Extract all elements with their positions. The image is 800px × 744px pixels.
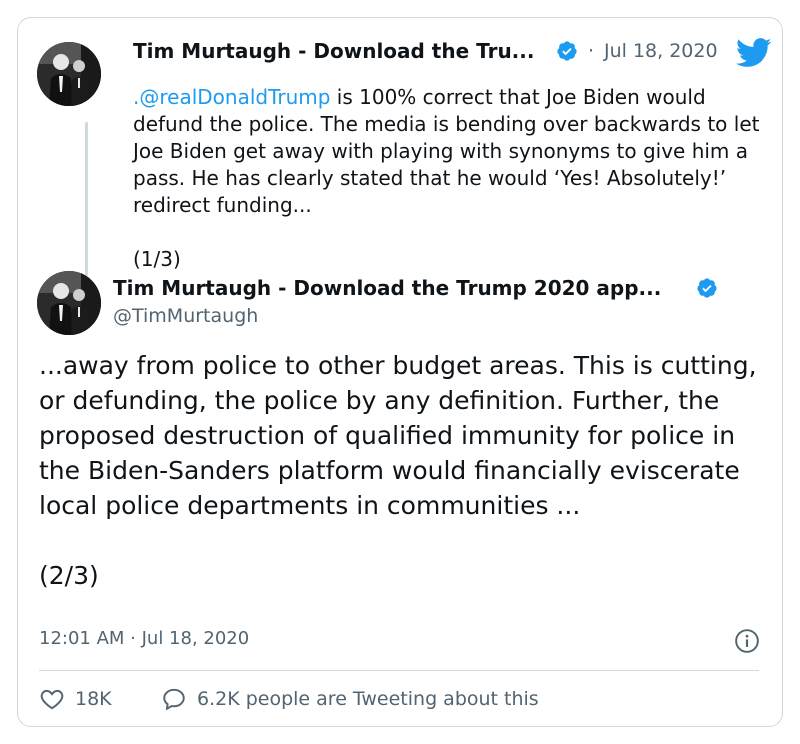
main-handle[interactable]: @TimMurtaugh <box>113 305 258 327</box>
like-count: 18K <box>75 688 112 710</box>
conversation-text: 6.2K people are Tweeting about this <box>197 688 539 710</box>
tweet-embed-card: Tim Murtaugh - Download the Tru... · Jul… <box>17 17 783 727</box>
quoted-author-name[interactable]: Tim Murtaugh - Download the Tru... <box>133 39 534 63</box>
main-tweet-text: ...away from police to other budget area… <box>39 348 759 593</box>
avatar[interactable] <box>37 271 101 335</box>
divider <box>39 670 759 671</box>
quoted-tweet-text: .@realDonaldTrump is 100% correct that J… <box>133 84 773 273</box>
conversation-action[interactable]: 6.2K people are Tweeting about this <box>161 686 539 712</box>
verified-badge-icon <box>557 41 577 61</box>
verified-badge-icon <box>697 278 717 298</box>
quoted-counter: (1/3) <box>133 247 181 271</box>
like-action[interactable]: 18K <box>39 686 112 712</box>
mention-link[interactable]: .@realDonaldTrump <box>133 85 330 109</box>
avatar[interactable] <box>37 42 101 106</box>
heart-icon <box>40 689 64 710</box>
speech-bubble-icon <box>163 688 185 711</box>
main-body: ...away from police to other budget area… <box>39 351 757 520</box>
main-counter: (2/3) <box>39 561 99 590</box>
thread-connector <box>85 122 88 276</box>
main-author-name[interactable]: Tim Murtaugh - Download the Trump 2020 a… <box>113 276 661 300</box>
quoted-date[interactable]: Jul 18, 2020 <box>604 40 718 62</box>
tweet-timestamp[interactable]: 12:01 AM · Jul 18, 2020 <box>39 628 249 649</box>
separator-dot: · <box>588 40 595 62</box>
twitter-bird-icon[interactable] <box>736 38 772 68</box>
info-icon[interactable] <box>734 628 760 654</box>
